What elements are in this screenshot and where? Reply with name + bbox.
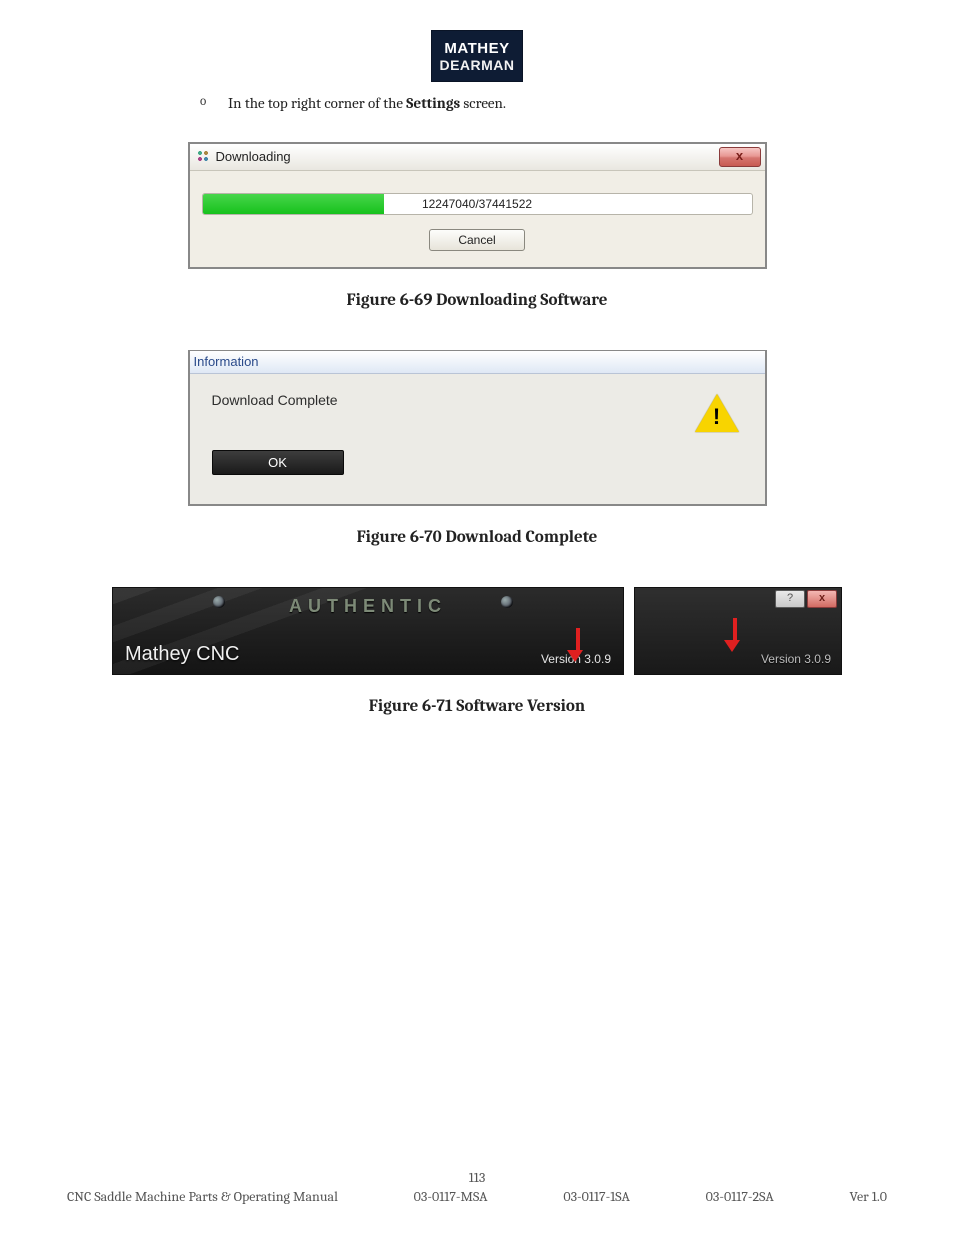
doc-code-2: 03-0117-1SA (563, 1188, 630, 1205)
figure-caption-2: Figure 6-70 Download Complete (90, 528, 864, 547)
page-number: 113 (0, 1169, 954, 1186)
splash-panel: AUTHENTIC Mathey CNC Version 3.0.9 (112, 587, 624, 675)
figure-caption-3: Figure 6-71 Software Version (90, 697, 864, 716)
ok-button[interactable]: OK (212, 450, 344, 475)
document-page: MATHEY DEARMAN o In the top right corner… (0, 0, 954, 1235)
logo-line2: DEARMAN (439, 58, 514, 72)
brand-logo: MATHEY DEARMAN (431, 30, 523, 82)
product-name: Mathey CNC (125, 643, 239, 666)
dialog-body: Download Complete ! OK (190, 374, 765, 504)
authentic-label: AUTHENTIC (113, 596, 623, 617)
information-dialog: Information Download Complete ! OK (188, 350, 767, 506)
about-panel: ? x Version 3.0.9 (634, 587, 842, 675)
close-icon: x (819, 592, 825, 604)
doc-version: Ver 1.0 (850, 1188, 887, 1205)
dialog-titlebar: Downloading x (190, 144, 765, 171)
bullet-text: In the top right corner of the Settings … (228, 94, 506, 112)
logo-line1: MATHEY (444, 41, 509, 56)
dialog-title: Downloading (216, 149, 291, 164)
help-icon: ? (787, 592, 793, 604)
close-icon: x (736, 148, 743, 163)
bullet-post: screen. (460, 94, 506, 112)
progress-label: 12247040/37441522 (203, 194, 752, 214)
figure-caption-1: Figure 6-69 Downloading Software (90, 291, 864, 310)
help-button[interactable]: ? (775, 590, 805, 608)
warning-icon: ! (695, 394, 739, 432)
dialog-message: Download Complete (212, 392, 747, 408)
instruction-bullet: o In the top right corner of the Setting… (200, 94, 506, 112)
manual-title: CNC Saddle Machine Parts & Operating Man… (67, 1188, 338, 1205)
close-button[interactable]: x (719, 147, 761, 167)
dialog-title: Information (190, 351, 765, 374)
doc-code-3: 03-0117-2SA (706, 1188, 774, 1205)
downloading-dialog: Downloading x 12247040/37441522 Cancel (188, 142, 767, 269)
red-arrow-icon (730, 618, 740, 652)
bullet-marker: o (200, 94, 228, 112)
progress-bar: 12247040/37441522 (202, 193, 753, 215)
software-version-figure: AUTHENTIC Mathey CNC Version 3.0.9 ? x V… (112, 587, 842, 675)
red-arrow-icon (573, 628, 583, 662)
bullet-pre: In the top right corner of the (228, 94, 406, 112)
bullet-bold: Settings (406, 94, 460, 112)
window-controls: ? x (775, 590, 837, 608)
doc-code-1: 03-0117-MSA (414, 1188, 488, 1205)
footer-row: CNC Saddle Machine Parts & Operating Man… (67, 1188, 887, 1205)
dialog-body: 12247040/37441522 Cancel (190, 171, 765, 267)
page-footer: 113 CNC Saddle Machine Parts & Operating… (0, 1169, 954, 1205)
warning-glyph: ! (712, 404, 722, 430)
close-button[interactable]: x (807, 590, 837, 608)
version-label-b: Version 3.0.9 (761, 652, 831, 666)
cancel-button[interactable]: Cancel (429, 229, 525, 251)
app-icon (196, 149, 210, 163)
